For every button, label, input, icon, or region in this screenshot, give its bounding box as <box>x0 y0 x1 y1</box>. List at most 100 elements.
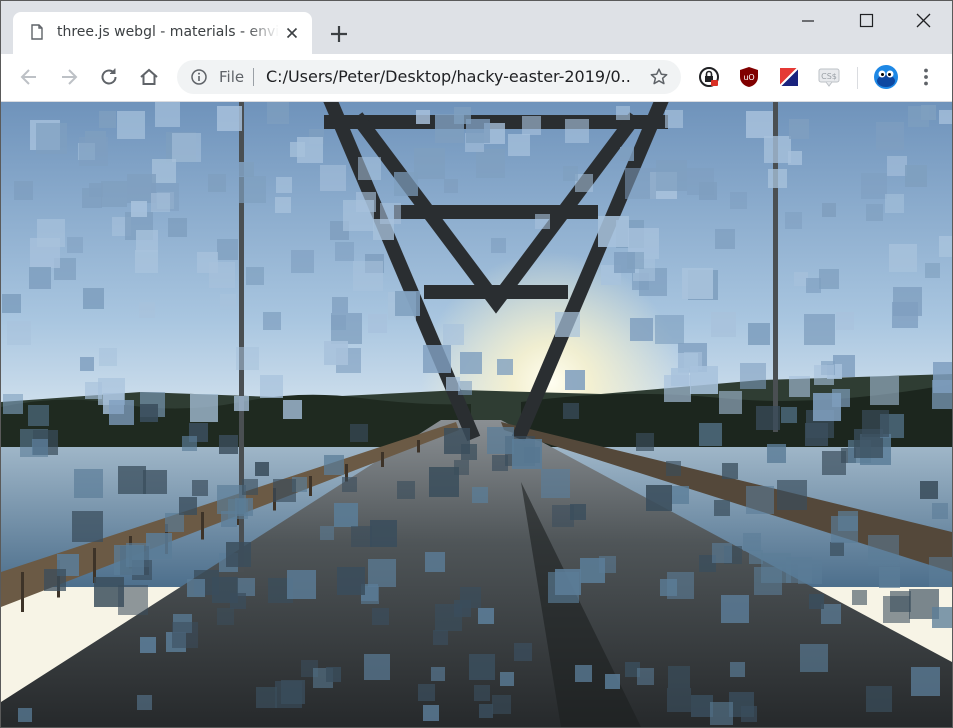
cube-fragment <box>836 312 854 330</box>
cube-fragment <box>372 608 389 625</box>
cube-fragment <box>479 704 493 718</box>
cube-fragment <box>343 200 374 231</box>
profile-avatar[interactable] <box>873 64 899 90</box>
cube-fragment <box>242 479 258 495</box>
close-icon[interactable] <box>283 24 301 42</box>
cube-fragment <box>535 214 550 229</box>
cube-fragment <box>491 238 506 253</box>
css-extension-icon[interactable]: CS$ <box>818 66 840 88</box>
cube-fragment <box>806 278 821 293</box>
cube-fragment <box>239 162 254 177</box>
cube-fragment <box>710 702 733 725</box>
cube-fragment <box>368 559 396 587</box>
lock-extension-icon[interactable] <box>698 66 720 88</box>
cube-fragment <box>208 174 226 192</box>
cube-fragment <box>563 166 578 181</box>
cube-fragment <box>287 570 316 599</box>
back-arrow-icon[interactable] <box>18 66 40 88</box>
cube-fragment <box>7 321 31 345</box>
cube-fragment <box>630 318 653 341</box>
menu-dots-icon[interactable] <box>915 66 937 88</box>
cube-fragment <box>454 107 471 124</box>
cube-fragment <box>861 173 887 199</box>
cube-fragment <box>72 511 103 542</box>
cube-fragment <box>351 526 372 547</box>
cube-fragment <box>358 157 381 180</box>
bookmark-star-icon[interactable] <box>649 67 669 87</box>
home-icon[interactable] <box>138 66 160 88</box>
cube-fragment <box>114 545 144 575</box>
cube-fragment <box>730 662 745 677</box>
cube-fragment <box>137 695 152 710</box>
cube-fragment <box>932 503 948 519</box>
cube-fragment <box>785 212 802 229</box>
flag-extension-icon[interactable] <box>778 66 800 88</box>
cube-fragment <box>862 410 889 437</box>
cube-fragment <box>627 252 644 269</box>
cube-fragment <box>370 520 397 547</box>
cube-fragment <box>460 587 481 608</box>
cube-fragment <box>117 111 145 139</box>
cube-fragment <box>655 315 684 344</box>
cube-fragment <box>29 267 51 289</box>
webgl-canvas[interactable] <box>1 102 952 727</box>
cube-fragment <box>226 542 251 567</box>
toolbar-divider <box>857 67 858 89</box>
cube-fragment <box>140 404 158 422</box>
cube-fragment <box>99 348 117 366</box>
cube-fragment <box>555 312 580 337</box>
cube-fragment <box>435 604 462 631</box>
close-window-icon[interactable] <box>901 9 945 35</box>
tab-active[interactable]: three.js webgl - materials - environment <box>13 12 312 54</box>
cube-fragment <box>932 607 952 628</box>
new-tab-plus-icon[interactable] <box>328 23 350 45</box>
railing-post <box>201 512 204 540</box>
cube-fragment <box>474 685 490 701</box>
cube-fragment <box>326 667 341 682</box>
cube-fragment <box>179 497 197 515</box>
cube-fragment <box>789 376 810 397</box>
cube-fragment <box>28 405 49 426</box>
cube-fragment <box>822 203 836 217</box>
cube-fragment <box>813 393 841 421</box>
address-bar[interactable]: File C:/Users/Peter/Desktop/hacky-easter… <box>177 60 681 94</box>
cube-fragment <box>565 370 585 390</box>
cube-fragment <box>804 314 835 345</box>
cube-fragment <box>418 684 435 701</box>
cube-fragment <box>939 110 952 124</box>
cube-fragment <box>3 394 23 414</box>
cube-fragment <box>168 218 187 237</box>
cube-fragment <box>478 608 494 624</box>
cube-fragment <box>431 667 445 681</box>
cube-fragment <box>616 106 630 120</box>
cube-fragment <box>395 291 420 316</box>
cube-fragment <box>625 168 656 199</box>
cube-fragment <box>512 439 542 469</box>
ublock-origin-icon[interactable]: uO <box>738 66 760 88</box>
cube-fragment <box>887 156 907 176</box>
cube-fragment <box>570 504 586 520</box>
maximize-icon[interactable] <box>844 9 888 35</box>
reload-icon[interactable] <box>98 66 120 88</box>
url-text[interactable]: C:/Users/Peter/Desktop/hacky-easter-2019… <box>266 67 631 86</box>
cube-fragment <box>497 359 513 375</box>
minimize-icon[interactable] <box>786 9 830 35</box>
scheme-separator <box>253 68 254 86</box>
railing-post <box>21 572 24 612</box>
cube-fragment <box>711 312 736 337</box>
forward-arrow-icon[interactable] <box>58 66 80 88</box>
cube-fragment <box>397 481 415 499</box>
cube-fragment <box>939 236 952 257</box>
cube-fragment <box>781 407 797 423</box>
cube-fragment <box>879 567 900 588</box>
cube-fragment <box>2 294 21 313</box>
cube-fragment <box>761 553 791 583</box>
info-icon[interactable] <box>191 69 207 85</box>
cube-fragment <box>85 382 102 399</box>
cube-fragment <box>719 391 742 414</box>
cube-fragment <box>118 466 146 494</box>
cube-fragment <box>925 263 940 278</box>
cube-fragment <box>492 695 511 714</box>
cube-fragment <box>575 665 592 682</box>
cube-fragment <box>353 261 383 291</box>
